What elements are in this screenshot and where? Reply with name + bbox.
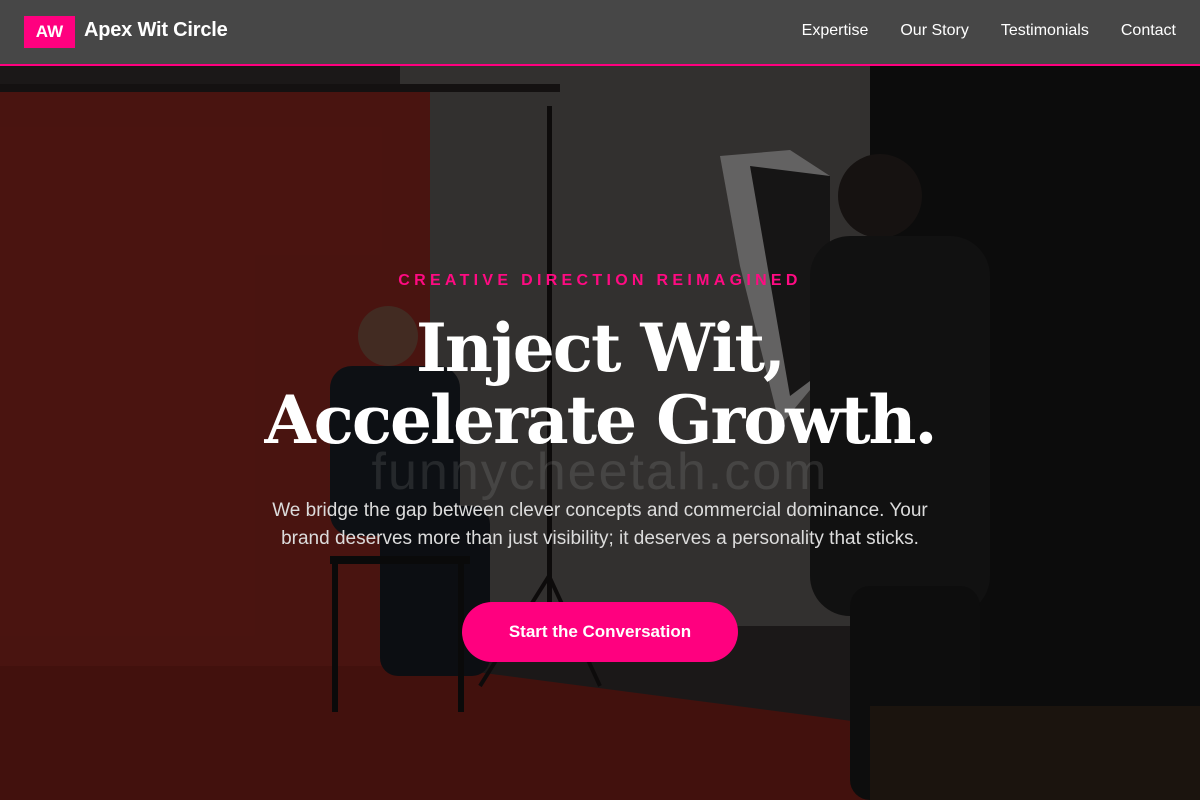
start-conversation-button[interactable]: Start the Conversation [462, 602, 738, 662]
hero-headline: Inject Wit, Accelerate Growth. [0, 312, 1200, 456]
nav-link-expertise[interactable]: Expertise [802, 22, 869, 40]
site-header: AW Apex Wit Circle Expertise Our Story T… [0, 0, 1200, 66]
nav-link-our-story[interactable]: Our Story [900, 22, 968, 40]
landing-page: AW Apex Wit Circle Expertise Our Story T… [0, 0, 1200, 800]
hero-subtitle: We bridge the gap between clever concept… [272, 500, 928, 549]
headline-line-1: Inject Wit, [416, 309, 786, 387]
hero-eyebrow: CREATIVE DIRECTION REIMAGINED [398, 272, 802, 289]
nav-link-contact[interactable]: Contact [1121, 22, 1176, 40]
logo-badge[interactable]: AW [24, 16, 75, 48]
hero-section: CREATIVE DIRECTION REIMAGINED Inject Wit… [0, 66, 1200, 800]
main-nav: Expertise Our Story Testimonials Contact [802, 22, 1176, 40]
brand-name[interactable]: Apex Wit Circle [84, 19, 228, 42]
watermark: funnycheetah.com [371, 443, 829, 501]
nav-link-testimonials[interactable]: Testimonials [1001, 22, 1089, 40]
